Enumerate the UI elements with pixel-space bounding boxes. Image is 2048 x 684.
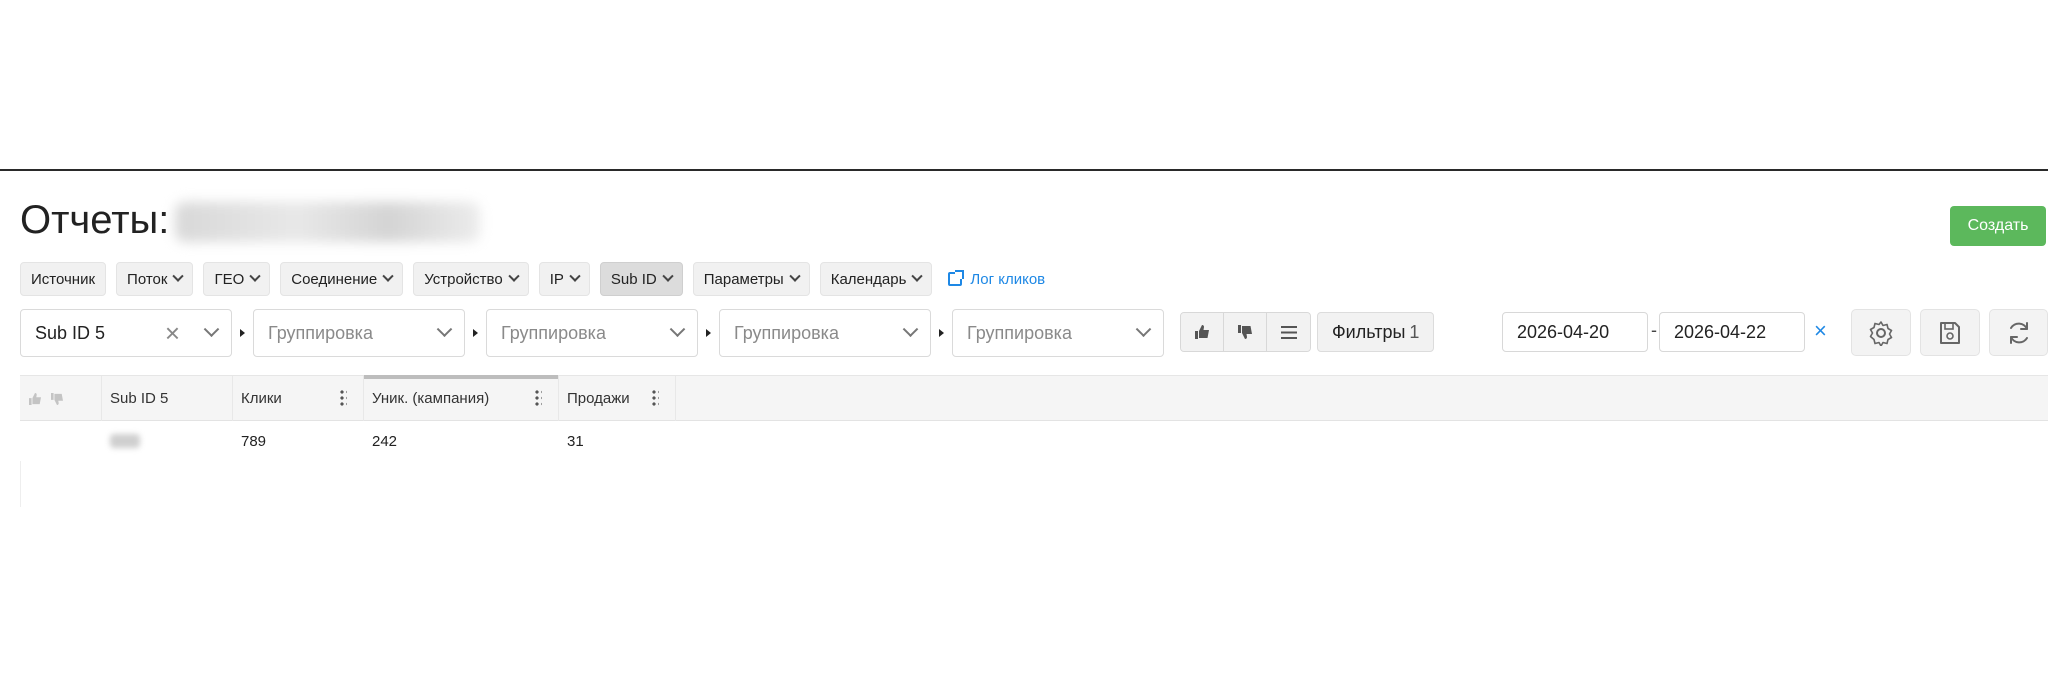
thumbs-up-button[interactable] [1181,313,1224,351]
thumbs-down-button[interactable] [1224,313,1267,351]
thumbs-up-icon [1195,325,1209,339]
tab-label: Источник [31,270,96,288]
gear-icon [1869,320,1893,346]
column-header-unique[interactable]: Уник. (кампания) [364,375,559,421]
clicks-cell: 789 [241,432,267,450]
chevron-down-icon [203,320,220,337]
column-header-clicks[interactable]: Клики [233,376,364,421]
sales-cell: 31 [567,432,584,450]
column-header-sub-id[interactable]: Sub ID 5 [102,376,233,421]
thumbs-down-icon[interactable] [50,392,64,405]
click-log-link[interactable]: Лог кликов [948,262,1045,296]
unique-cell: 242 [372,432,398,450]
table-body-empty-area [20,461,2048,507]
tab-connection[interactable]: Соединение [280,262,404,296]
thumbs-down-icon [1238,325,1252,339]
clear-dates-icon[interactable]: × [1814,318,1827,344]
grouping-placeholder: Группировка [268,322,373,343]
tab-label: Календарь [830,270,907,288]
external-link-icon [948,270,965,286]
refresh-button[interactable] [1989,309,2048,356]
click-log-label: Лог кликов [970,270,1046,288]
tab-sub-id[interactable]: Sub ID [599,262,683,296]
vote-filter-group [1180,312,1311,352]
grouping-select-2[interactable]: Группировка [253,309,465,357]
refresh-icon [2009,321,2028,344]
tab-label: Поток [127,270,168,288]
table-row[interactable]: 789 242 31 [20,421,2048,461]
arrow-right-icon [473,329,478,337]
sub-id-cell [102,434,233,448]
grouping-placeholder: Группировка [734,322,839,343]
settings-button[interactable] [1851,309,1911,356]
chevron-down-icon [669,320,686,337]
date-from-input[interactable]: 2026-04-20 [1502,312,1648,352]
grouping-select-1[interactable]: Sub ID 5 × [20,309,232,357]
thumbs-up-icon[interactable] [28,392,42,405]
tab-label: Sub ID [610,270,657,288]
chevron-down-icon [382,270,394,282]
page-title: Отчеты: [20,196,481,244]
tab-label: Параметры [703,270,784,288]
column-header-sales[interactable]: Продажи [559,376,676,421]
tab-flow[interactable]: Поток [116,262,194,296]
tab-label: IP [549,270,564,288]
column-label: Sub ID 5 [110,390,169,407]
date-to-input[interactable]: 2026-04-22 [1659,312,1805,352]
top-divider [0,169,2048,171]
chevron-down-icon [172,270,185,282]
date-separator: - [1651,320,1657,340]
tab-label: Устройство [424,270,503,288]
column-label: Уник. (кампания) [372,390,490,407]
grouping-placeholder: Группировка [501,322,606,343]
grouping-placeholder: Группировка [967,322,1072,343]
grouping-select-5[interactable]: Группировка [952,309,1164,357]
tab-device[interactable]: Устройство [413,262,529,296]
tab-ip[interactable]: IP [538,262,590,296]
save-icon [1940,321,1960,344]
redacted-sub-id [110,434,140,448]
chevron-down-icon [249,270,261,282]
chevron-down-icon [508,270,520,282]
chevron-down-icon [569,270,581,282]
filters-button[interactable]: Фильтры 1 [1317,312,1435,352]
tab-parameters[interactable]: Параметры [692,262,810,296]
page-title-text: Отчеты: [20,198,170,242]
drag-handle-icon[interactable] [534,389,542,407]
column-label: Клики [241,390,282,407]
arrow-right-icon [706,329,711,337]
vote-column-header [20,376,102,421]
chevron-down-icon [436,320,453,337]
drag-handle-icon[interactable] [339,389,347,407]
arrow-right-icon [939,329,944,337]
drag-handle-icon[interactable] [651,389,659,407]
table-header: Sub ID 5 Клики Уник. (кампания) Продажи [20,375,2048,421]
list-button[interactable] [1267,313,1310,351]
grouping-select-3[interactable]: Группировка [486,309,698,357]
grouping-row: Sub ID 5 × Группировка Группировка Групп… [20,309,1164,357]
chevron-down-icon [902,320,919,337]
save-button[interactable] [1920,309,1980,356]
tab-label: ГЕО [214,270,245,288]
report-type-tabs: Источник Поток ГЕО Соединение Устройство… [20,262,1045,296]
tab-geo[interactable]: ГЕО [203,262,271,296]
report-table: Sub ID 5 Клики Уник. (кампания) Продажи … [20,375,2048,507]
create-button[interactable]: Создать [1950,206,2046,246]
chevron-down-icon [789,270,801,282]
grouping-select-4[interactable]: Группировка [719,309,931,357]
clear-icon[interactable]: × [165,320,180,346]
chevron-down-icon [911,270,924,282]
filters-count: 1 [1409,321,1420,342]
chevron-down-icon [662,270,674,282]
tab-calendar[interactable]: Календарь [819,262,933,296]
tab-label: Соединение [291,270,378,288]
grouping-value: Sub ID 5 [35,322,106,343]
chevron-down-icon [1135,320,1152,337]
tab-source[interactable]: Источник [20,262,107,296]
filters-label: Фильтры [1332,321,1406,342]
arrow-right-icon [240,329,245,337]
column-label: Продажи [567,390,630,407]
redacted-campaign-name [175,202,481,243]
list-icon [1280,325,1297,339]
